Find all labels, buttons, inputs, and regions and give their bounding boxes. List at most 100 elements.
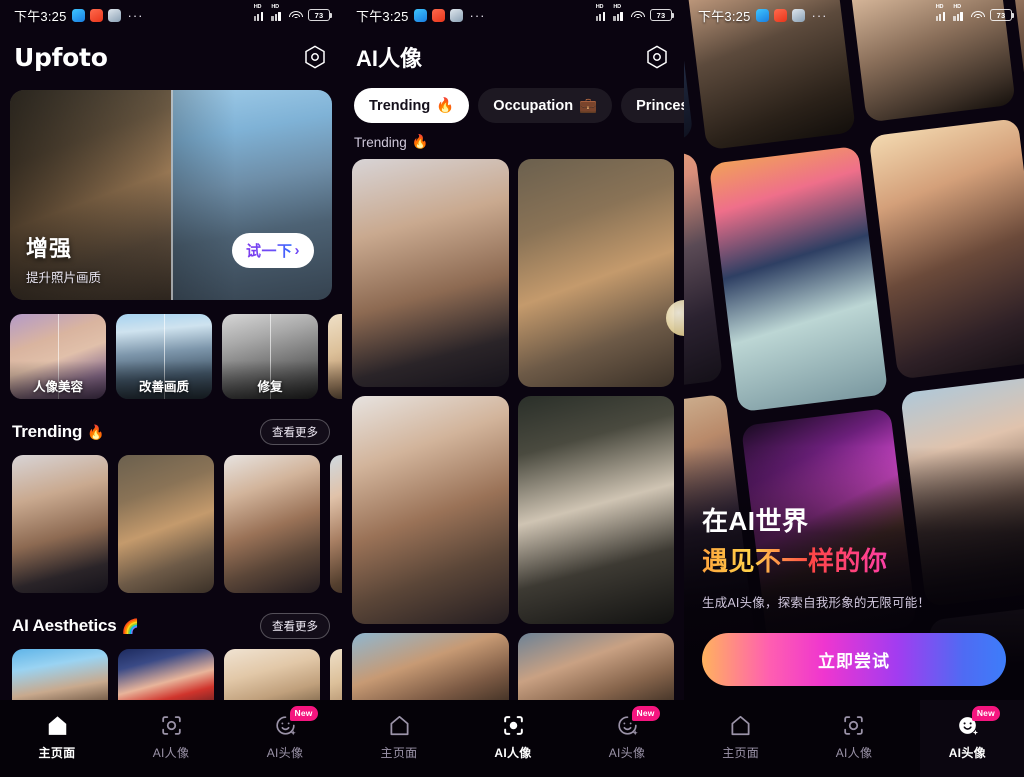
status-time: 下午3:25	[356, 8, 409, 24]
chevron-right-icon: ›	[294, 242, 300, 259]
nav-item-home[interactable]: 主页面	[0, 713, 114, 761]
section-label-trending: Trending 🔥	[342, 134, 684, 150]
nav-item-ai-portrait[interactable]: AI人像	[456, 713, 570, 761]
tool-card-quality[interactable]: 改善画质	[116, 314, 212, 399]
browser-icon	[791, 8, 805, 22]
pill-princess[interactable]: Princess	[621, 88, 684, 123]
onboarding-headline-line2: 遇见不一样的你	[702, 541, 1006, 578]
tool-card-restore[interactable]: 修复	[222, 314, 318, 399]
page-title: AI人像	[356, 46, 423, 71]
bottom-nav[interactable]: 主页面 AI人像 New AI头像	[684, 700, 1024, 777]
portrait-scan-icon	[501, 713, 526, 738]
status-overflow-icon: ···	[469, 7, 486, 23]
section-header-trending: Trending 🔥 查看更多	[0, 419, 342, 445]
status-overflow-icon: ···	[127, 7, 144, 23]
bottom-nav[interactable]: 主页面 AI人像 New AI头像	[342, 700, 684, 777]
browser-icon	[107, 8, 121, 22]
hero-subtitle: 提升照片画质	[26, 271, 102, 285]
app-header: Upfoto	[0, 30, 342, 84]
panel-home: 下午3:25 ··· HD HD 73 Upfoto 增强 提升照片画质 试一下…	[0, 0, 342, 777]
app-logo: Upfoto	[14, 42, 108, 72]
onboarding-subtitle: 生成AI头像，探索自我形象的无限可能！	[702, 596, 931, 610]
tool-shortcut-row[interactable]: 人像美容 改善画质 修复 照	[0, 314, 342, 399]
nav-item-ai-avatar[interactable]: New AI头像	[228, 706, 342, 761]
status-bar-left: 下午3:25 ···	[698, 6, 828, 25]
signal-1-icon: HD	[595, 4, 609, 21]
nav-item-ai-avatar[interactable]: New AI头像	[911, 706, 1024, 761]
tool-card-partial[interactable]: 照	[328, 314, 342, 399]
status-bar: 下午3:25 ··· HD HD 73	[342, 0, 684, 30]
see-more-button-trending[interactable]: 查看更多	[260, 419, 330, 445]
signal-2-icon: HD	[613, 4, 626, 21]
messenger-icon	[71, 8, 85, 22]
hero-try-button[interactable]: 试一下 ›	[231, 233, 314, 268]
nav-label: 主页面	[38, 746, 76, 760]
portrait-scan-icon	[159, 713, 184, 738]
signal-1-icon: HD	[253, 4, 267, 21]
portrait-grid-card[interactable]	[517, 396, 674, 624]
tool-card-beauty[interactable]: 人像美容	[10, 314, 106, 399]
hex-settings-icon[interactable]	[644, 44, 670, 70]
nav-item-home[interactable]: 主页面	[684, 713, 797, 761]
nav-label: AI头像	[948, 746, 986, 760]
portrait-grid-card[interactable]	[352, 159, 509, 387]
status-bar-left: 下午3:25 ···	[356, 6, 486, 25]
bottom-nav[interactable]: 主页面 AI人像 New AI头像	[0, 700, 342, 777]
battery-icon: 73	[990, 9, 1014, 21]
nav-item-ai-portrait[interactable]: AI人像	[797, 713, 910, 761]
battery-icon: 73	[308, 9, 332, 21]
trending-card[interactable]	[12, 455, 108, 593]
see-more-button-aesthetics[interactable]: 查看更多	[260, 613, 330, 639]
recorder-icon	[89, 8, 103, 22]
messenger-icon	[755, 8, 769, 22]
battery-icon: 73	[650, 9, 674, 21]
home-icon	[387, 713, 412, 738]
pill-occupation[interactable]: Occupation 💼	[478, 88, 613, 123]
wifi-icon	[971, 10, 985, 21]
nav-item-home[interactable]: 主页面	[342, 713, 456, 761]
nav-item-ai-portrait[interactable]: AI人像	[114, 713, 228, 761]
nav-label: AI人像	[494, 746, 532, 760]
nav-item-ai-avatar[interactable]: New AI头像	[570, 706, 684, 761]
status-bar-left: 下午3:25 ···	[14, 6, 144, 25]
new-badge: New	[971, 706, 1000, 721]
rainbow-icon: 🌈	[121, 617, 139, 634]
trending-card[interactable]	[330, 455, 342, 593]
category-pill-row[interactable]: Trending 🔥 Occupation 💼 Princess	[342, 88, 684, 123]
smiley-sparkle-icon: New	[615, 706, 660, 738]
nav-label: AI头像	[266, 746, 304, 760]
signal-1-icon: HD	[935, 4, 949, 21]
trending-card[interactable]	[224, 455, 320, 593]
trending-card[interactable]	[118, 455, 214, 593]
page-header: AI人像	[342, 30, 684, 84]
section-label-text: Trending	[354, 134, 407, 150]
status-bar: 下午3:25 ··· HD HD 73	[0, 0, 342, 30]
trending-card-row[interactable]	[0, 455, 342, 593]
smiley-sparkle-icon: New	[273, 706, 318, 738]
hero-title: 增强	[26, 236, 73, 261]
pill-label: Princess	[636, 97, 684, 114]
messenger-icon	[413, 8, 427, 22]
hero-text: 增强 提升照片画质	[26, 231, 101, 286]
home-icon	[728, 713, 753, 738]
nav-label: 主页面	[380, 746, 418, 760]
pill-trending[interactable]: Trending 🔥	[354, 88, 470, 123]
wifi-icon	[289, 10, 303, 21]
hero-try-label: 试一下	[246, 240, 293, 261]
hero-banner-enhance[interactable]: 增强 提升照片画质 试一下 ›	[10, 90, 332, 300]
portrait-grid[interactable]	[342, 159, 684, 733]
portrait-grid-card[interactable]	[517, 159, 674, 387]
signal-2-icon: HD	[271, 4, 284, 21]
panel-ai-avatar-onboarding: 下午3:25 ··· HD HD 73 在AI世界 遇见不一样的你 生成AI头像…	[684, 0, 1024, 777]
status-time: 下午3:25	[14, 8, 67, 24]
tool-label: 照	[328, 376, 342, 395]
fire-icon: 🔥	[411, 134, 429, 149]
collage-tile	[708, 145, 889, 413]
hex-settings-icon[interactable]	[302, 44, 328, 70]
portrait-grid-card[interactable]	[352, 396, 509, 624]
nav-label: AI头像	[608, 746, 646, 760]
pill-label: Trending	[369, 97, 431, 114]
fire-icon: 🔥	[436, 98, 455, 114]
try-now-button[interactable]: 立即尝试	[702, 633, 1006, 686]
status-bar-right: HD HD 73	[935, 4, 1014, 21]
